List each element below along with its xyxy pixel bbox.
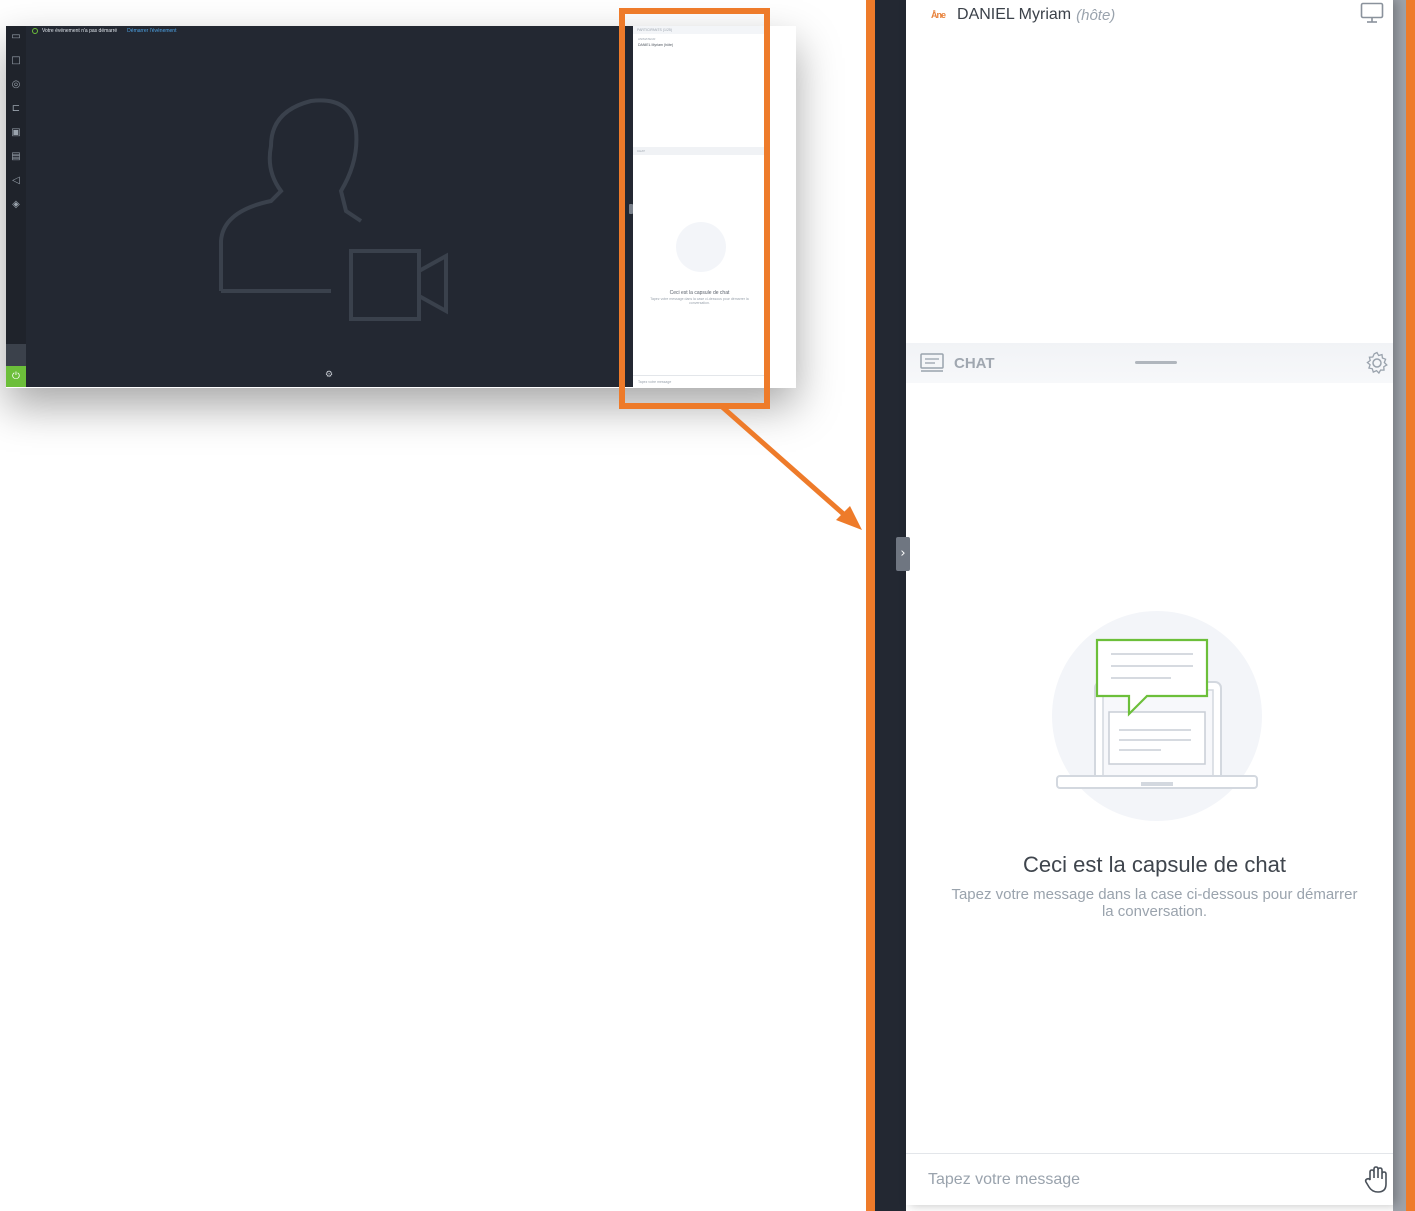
support-button[interactable] [6,344,26,366]
status-icon [32,28,38,34]
highlight-box [619,8,770,409]
files-icon[interactable]: ▤ [9,150,23,164]
zoom-highlight-frame [866,0,1415,1211]
power-button[interactable]: ⏻ [6,366,26,387]
megaphone-icon[interactable]: ◁ [9,174,23,188]
zoom-arrow-icon [718,403,862,530]
user-video-placeholder-icon [219,98,448,321]
start-event-link[interactable]: Démarrer l'événement [127,28,176,34]
camera-icon[interactable]: ▭ [9,30,23,44]
left-toolbar: ▭ □ ◎ ⊏ ▣ ▤ ◁ ◈ ⏻ [6,26,26,387]
screen-share-icon[interactable]: □ [9,54,23,68]
badge-icon[interactable]: ◈ [9,198,23,212]
compass-icon[interactable]: ◎ [9,78,23,92]
event-status-bar: Votre événement n'a pas démarré Démarrer… [32,28,176,34]
stage-settings-icon[interactable]: ⚙ [325,370,333,380]
status-text: Votre événement n'a pas démarré [42,28,118,34]
panel-collapse-handle[interactable]: › [896,537,910,571]
whiteboard-icon[interactable]: ⊏ [9,102,23,116]
media-icon[interactable]: ▣ [9,126,23,140]
